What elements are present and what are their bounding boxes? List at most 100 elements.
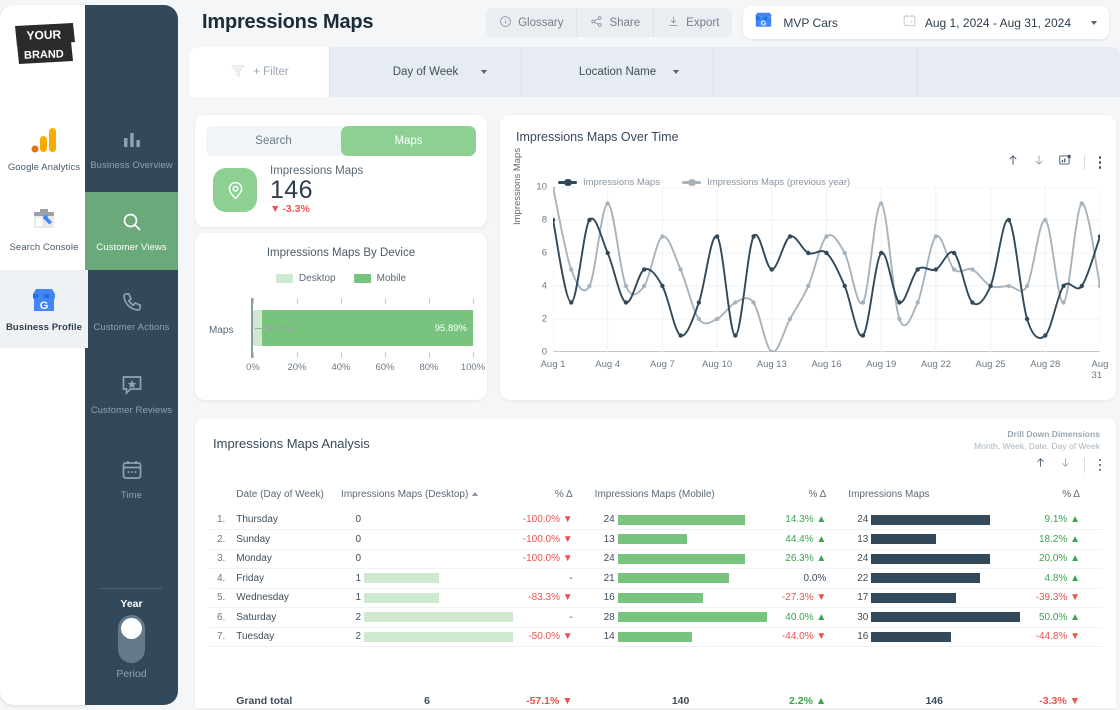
- table-row[interactable]: 5.Wednesday1-83.3% ▼16-27.3% ▼17-39.3% ▼: [209, 588, 1102, 608]
- row-desktop-delta: -83.3% ▼: [513, 588, 595, 608]
- business-profile-icon: G: [29, 285, 59, 315]
- y-tick-label: 6: [542, 248, 547, 259]
- row-desktop-delta: -: [513, 569, 595, 589]
- filter-empty-slot-1[interactable]: [714, 47, 918, 97]
- sidebar-item-google-analytics[interactable]: Google Analytics: [0, 110, 88, 188]
- row-mobile-value: 24: [595, 510, 618, 530]
- export-button[interactable]: Export: [653, 8, 732, 37]
- line-data-point: [806, 284, 810, 288]
- col-impressions-desktop[interactable]: Impressions Maps (Desktop): [341, 483, 513, 510]
- sidebar-item-customer-actions[interactable]: Customer Actions: [85, 272, 178, 350]
- col-impressions-total[interactable]: Impressions Maps: [848, 483, 1020, 510]
- line-data-point: [642, 284, 646, 288]
- grand-total-label: Grand total: [236, 647, 341, 707]
- glossary-label: Glossary: [518, 17, 563, 29]
- device-axis-tick: [253, 352, 254, 358]
- more-options-icon[interactable]: [1097, 457, 1104, 474]
- col-mobile-delta[interactable]: % Δ: [767, 483, 849, 510]
- line-data-point: [952, 251, 956, 255]
- share-button[interactable]: Share: [576, 8, 653, 37]
- account-name[interactable]: MVP Cars: [783, 16, 837, 30]
- segment-search[interactable]: Search: [206, 126, 341, 156]
- line-data-point: [1061, 284, 1065, 288]
- table-row[interactable]: 1.Thursday0-100.0% ▼2414.3% ▲249.1% ▲: [209, 510, 1102, 530]
- bar-chart-icon: [120, 128, 144, 152]
- line-chart-title: Impressions Maps Over Time: [500, 115, 1116, 144]
- filter-location-name[interactable]: Location Name: [522, 47, 714, 97]
- line-data-point: [587, 284, 591, 288]
- legend-item-desktop: Desktop: [276, 273, 336, 284]
- svg-text:G: G: [40, 300, 49, 312]
- chart-settings-icon[interactable]: [1058, 153, 1072, 172]
- x-tick-label: Aug 10: [702, 359, 732, 370]
- segment-maps[interactable]: Maps: [341, 126, 476, 156]
- device-row-label: Maps: [209, 325, 233, 336]
- row-total-bar: [871, 549, 1020, 569]
- date-range-picker[interactable]: Aug 1, 2024 - Aug 31, 2024: [902, 13, 1103, 33]
- sidebar-item-business-overview[interactable]: Business Overview: [85, 110, 178, 188]
- col-impressions-mobile[interactable]: Impressions Maps (Mobile): [595, 483, 767, 510]
- row-total-bar: [871, 627, 1020, 647]
- search-console-icon: [29, 205, 59, 235]
- search-maps-toggle: Search Maps: [206, 126, 476, 156]
- device-x-tick-label: 20%: [287, 362, 306, 373]
- kpi-value: 146: [270, 177, 363, 203]
- table-row[interactable]: 6.Saturday2-2840.0% ▲3050.0% ▲: [209, 608, 1102, 628]
- sidebar-item-label: Business Overview: [90, 160, 172, 171]
- col-total-delta[interactable]: % Δ: [1020, 483, 1102, 510]
- row-total-delta: 20.0% ▲: [1020, 549, 1102, 569]
- y-tick-label: 0: [542, 347, 547, 358]
- table-row[interactable]: 7.Tuesday2-50.0% ▼14-44.0% ▼16-44.8% ▼: [209, 627, 1102, 647]
- add-filter-button[interactable]: + Filter: [190, 47, 330, 97]
- row-day: Thursday: [236, 510, 341, 530]
- table-body: 1.Thursday0-100.0% ▼2414.3% ▲249.1% ▲2.S…: [209, 510, 1102, 707]
- line-data-point: [879, 251, 883, 255]
- col-date-day-of-week[interactable]: Date (Day of Week): [236, 483, 341, 510]
- glossary-button[interactable]: Glossary: [486, 8, 576, 37]
- download-icon: [667, 15, 680, 31]
- line-data-point: [788, 234, 792, 238]
- line-data-point: [934, 234, 938, 238]
- line-data-point: [624, 284, 628, 288]
- row-desktop-bar: [364, 569, 513, 589]
- magnifier-icon: [120, 210, 144, 234]
- device-x-tick-label: 100%: [461, 362, 485, 373]
- grand-total-row: Grand total6-57.1% ▼1402.2% ▲146-3.3% ▼: [209, 647, 1102, 707]
- year-period-toggle[interactable]: [118, 615, 145, 663]
- filter-day-of-week[interactable]: Day of Week: [330, 47, 522, 97]
- col-desktop-delta[interactable]: % Δ: [513, 483, 595, 510]
- line-data-point: [1098, 284, 1100, 288]
- sidebar-item-search-console[interactable]: Search Console: [0, 190, 88, 268]
- x-tick-label: Aug 28: [1030, 359, 1060, 370]
- sidebar-item-customer-reviews[interactable]: Customer Reviews: [85, 355, 178, 433]
- row-total-delta: -39.3% ▼: [1020, 588, 1102, 608]
- row-desktop-value: 0: [341, 510, 364, 530]
- filter-bar: + Filter Day of Week Location Name: [190, 47, 1120, 97]
- more-options-icon[interactable]: [1097, 154, 1104, 171]
- table-row[interactable]: 4.Friday1-210.0%224.8% ▲: [209, 569, 1102, 589]
- row-total-delta: 9.1% ▲: [1020, 510, 1102, 530]
- row-desktop-value: 2: [341, 608, 364, 628]
- filter-empty-slot-2[interactable]: [918, 47, 1120, 97]
- device-chart-legend: Desktop Mobile: [195, 273, 487, 284]
- sort-desc-icon[interactable]: [1059, 456, 1072, 474]
- line-data-point: [861, 333, 865, 337]
- info-icon: [499, 15, 512, 31]
- sort-asc-icon[interactable]: [1034, 456, 1047, 474]
- sort-asc-icon[interactable]: [1006, 153, 1020, 172]
- device-plot-area: 4.11% 95.89%: [253, 298, 473, 358]
- table-row[interactable]: 3.Monday0-100.0% ▼2426.3% ▲2420.0% ▲: [209, 549, 1102, 569]
- y-tick-label: 8: [542, 215, 547, 226]
- row-desktop-bar: [364, 549, 513, 569]
- sidebar-item-time[interactable]: Time: [85, 440, 178, 518]
- sidebar-item-customer-views[interactable]: Customer Views: [85, 192, 178, 270]
- x-tick-label: Aug 7: [650, 359, 675, 370]
- row-total-delta: 18.2% ▲: [1020, 530, 1102, 550]
- drill-down-title: Drill Down Dimensions: [974, 429, 1100, 439]
- sort-desc-icon[interactable]: [1032, 153, 1046, 172]
- sidebar-item-business-profile[interactable]: G Business Profile: [0, 270, 88, 348]
- table-row[interactable]: 2.Sunday0-100.0% ▼1344.4% ▲1318.2% ▲: [209, 530, 1102, 550]
- line-data-point: [569, 300, 573, 304]
- row-desktop-value: 0: [341, 549, 364, 569]
- row-desktop-value: 0: [341, 530, 364, 550]
